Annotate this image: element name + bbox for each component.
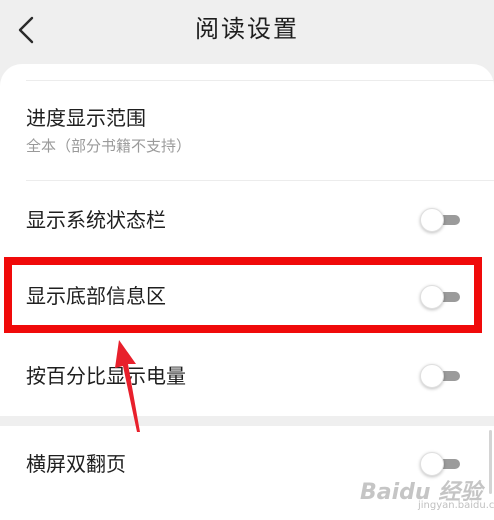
- watermark: Baidu 经验 jingyan.baidu.com: [360, 470, 494, 514]
- toggle-knob: [420, 364, 444, 388]
- divider: [26, 80, 494, 81]
- battery-percent-label: 按百分比显示电量: [26, 364, 186, 388]
- landscape-double-label: 横屏双翻页: [26, 452, 126, 476]
- highlight-box: [4, 257, 482, 333]
- watermark-url: jingyan.baidu.com: [418, 500, 494, 511]
- toggle-knob: [420, 208, 444, 232]
- progress-range-row[interactable]: 进度显示范围 全本（部分书籍不支持）: [0, 96, 494, 184]
- progress-range-value: 全本（部分书籍不支持）: [26, 137, 192, 155]
- scrollbar[interactable]: [489, 430, 492, 494]
- battery-percent-toggle[interactable]: [420, 364, 460, 388]
- divider: [26, 180, 494, 181]
- settings-card: 进度显示范围 全本（部分书籍不支持） 显示系统状态栏 显示底部信息区 按百分比显…: [0, 64, 494, 416]
- battery-percent-row: 按百分比显示电量: [0, 338, 494, 416]
- page-title: 阅读设置: [195, 15, 299, 43]
- annotation-arrow-icon: [115, 340, 140, 432]
- status-bar-row: 显示系统状态栏: [0, 184, 494, 260]
- status-bar-toggle[interactable]: [420, 208, 460, 232]
- status-bar-label: 显示系统状态栏: [26, 208, 166, 232]
- app-header: 阅读设置: [0, 0, 494, 60]
- progress-range-label: 进度显示范围: [26, 106, 146, 130]
